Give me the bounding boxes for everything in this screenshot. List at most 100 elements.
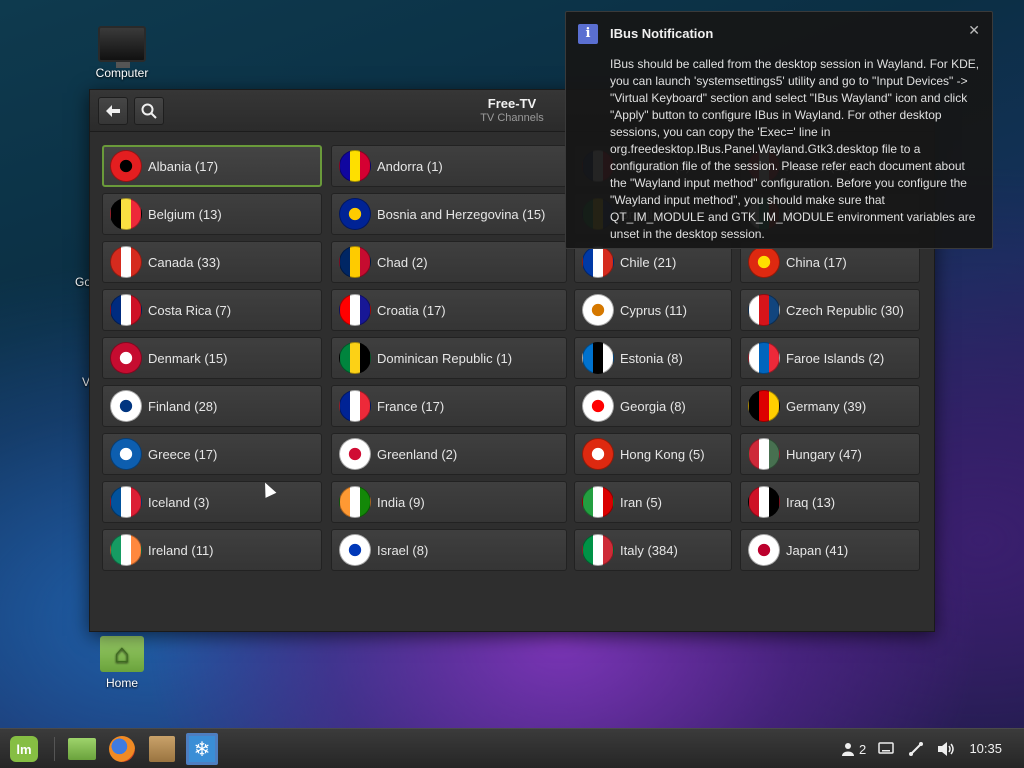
flag-icon bbox=[339, 486, 371, 518]
desktop-icon-label: Computer bbox=[95, 66, 149, 80]
firefox-icon bbox=[109, 736, 135, 762]
volume-applet[interactable] bbox=[938, 729, 956, 768]
users-icon bbox=[842, 743, 854, 756]
freetv-taskbar-button[interactable]: ❄ bbox=[186, 733, 218, 765]
users-applet[interactable]: 2 bbox=[842, 729, 866, 768]
flag-icon bbox=[110, 198, 142, 230]
flag-icon bbox=[110, 438, 142, 470]
country-button[interactable]: Chad (2) bbox=[331, 241, 567, 283]
mint-menu-icon: lm bbox=[10, 736, 38, 762]
country-button[interactable]: Hungary (47) bbox=[740, 433, 920, 475]
country-label: China (17) bbox=[786, 254, 847, 270]
package-icon bbox=[149, 736, 175, 762]
keyboard-applet[interactable] bbox=[878, 729, 894, 768]
flag-icon bbox=[110, 390, 142, 422]
country-button[interactable]: Israel (8) bbox=[331, 529, 567, 571]
taskbar: lm ❄ 2 10:35 bbox=[0, 728, 1024, 768]
desktop-icon-computer[interactable]: Computer bbox=[82, 26, 162, 80]
menu-button[interactable]: lm bbox=[8, 733, 40, 765]
country-button[interactable]: India (9) bbox=[331, 481, 567, 523]
country-label: Cyprus (11) bbox=[620, 302, 687, 318]
country-button[interactable]: Denmark (15) bbox=[102, 337, 322, 379]
country-label: Dominican Republic (1) bbox=[377, 350, 513, 366]
flag-icon bbox=[339, 390, 371, 422]
flag-icon bbox=[748, 246, 780, 278]
country-button[interactable]: Cyprus (11) bbox=[574, 289, 732, 331]
computer-icon bbox=[98, 26, 146, 68]
flag-icon bbox=[110, 342, 142, 374]
country-button[interactable]: Finland (28) bbox=[102, 385, 322, 427]
freetv-app-icon: ❄ bbox=[189, 736, 215, 762]
flag-icon bbox=[748, 486, 780, 518]
country-label: India (9) bbox=[377, 494, 425, 510]
country-label: Greece (17) bbox=[148, 446, 218, 462]
clock[interactable]: 10:35 bbox=[969, 741, 1002, 756]
country-button[interactable]: Italy (384) bbox=[574, 529, 732, 571]
country-label: Ireland (11) bbox=[148, 542, 214, 558]
notification-body: IBus should be called from the desktop s… bbox=[610, 57, 980, 241]
flag-icon bbox=[110, 534, 142, 566]
flag-icon bbox=[339, 342, 371, 374]
country-label: Czech Republic (30) bbox=[786, 302, 904, 318]
country-button[interactable]: Croatia (17) bbox=[331, 289, 567, 331]
country-label: Greenland (2) bbox=[377, 446, 458, 462]
country-label: Croatia (17) bbox=[377, 302, 446, 318]
country-button[interactable]: Belgium (13) bbox=[102, 193, 322, 235]
country-button[interactable]: Dominican Republic (1) bbox=[331, 337, 567, 379]
info-icon: i bbox=[578, 24, 598, 44]
country-button[interactable]: Japan (41) bbox=[740, 529, 920, 571]
country-button[interactable]: Costa Rica (7) bbox=[102, 289, 322, 331]
country-button[interactable]: Iceland (3) bbox=[102, 481, 322, 523]
country-button[interactable]: Estonia (8) bbox=[574, 337, 732, 379]
desktop-icon-home[interactable]: Home bbox=[82, 636, 162, 690]
country-label: Andorra (1) bbox=[377, 158, 443, 174]
flag-icon bbox=[339, 246, 371, 278]
flag-icon bbox=[110, 486, 142, 518]
flag-icon bbox=[582, 246, 614, 278]
flag-icon bbox=[582, 438, 614, 470]
country-label: Iraq (13) bbox=[786, 494, 836, 510]
country-button[interactable]: Hong Kong (5) bbox=[574, 433, 732, 475]
firefox-launcher[interactable] bbox=[106, 733, 138, 765]
country-button[interactable]: Greenland (2) bbox=[331, 433, 567, 475]
country-button[interactable]: Germany (39) bbox=[740, 385, 920, 427]
country-label: Germany (39) bbox=[786, 398, 867, 414]
files-launcher[interactable] bbox=[66, 733, 98, 765]
flag-icon bbox=[110, 294, 142, 326]
country-label: Estonia (8) bbox=[620, 350, 683, 366]
country-label: Italy (384) bbox=[620, 542, 678, 558]
flag-icon bbox=[582, 486, 614, 518]
country-label: Costa Rica (7) bbox=[148, 302, 232, 318]
country-button[interactable]: Faroe Islands (2) bbox=[740, 337, 920, 379]
country-label: Finland (28) bbox=[148, 398, 218, 414]
country-button[interactable]: Ireland (11) bbox=[102, 529, 322, 571]
ibus-notification: i IBus Notification ✕ IBus should be cal… bbox=[565, 11, 993, 249]
country-button[interactable]: Iraq (13) bbox=[740, 481, 920, 523]
network-applet[interactable] bbox=[908, 729, 924, 768]
country-label: Chile (21) bbox=[620, 254, 677, 270]
country-button[interactable]: Iran (5) bbox=[574, 481, 732, 523]
country-label: Faroe Islands (2) bbox=[786, 350, 885, 366]
country-button[interactable]: France (17) bbox=[331, 385, 567, 427]
country-label: Iceland (3) bbox=[148, 494, 210, 510]
country-button[interactable]: Georgia (8) bbox=[574, 385, 732, 427]
country-button[interactable]: Bosnia and Herzegovina (15) bbox=[331, 193, 567, 235]
package-launcher[interactable] bbox=[146, 733, 178, 765]
flag-icon bbox=[582, 534, 614, 566]
flag-icon bbox=[582, 342, 614, 374]
keyboard-icon bbox=[878, 742, 894, 754]
country-label: Israel (8) bbox=[377, 542, 429, 558]
flag-icon bbox=[748, 438, 780, 470]
country-label: Hong Kong (5) bbox=[620, 446, 705, 462]
country-button[interactable]: Greece (17) bbox=[102, 433, 322, 475]
country-button[interactable]: Canada (33) bbox=[102, 241, 322, 283]
network-icon bbox=[909, 742, 923, 756]
country-label: Chad (2) bbox=[377, 254, 428, 270]
flag-icon bbox=[748, 294, 780, 326]
country-button[interactable]: Albania (17) bbox=[102, 145, 322, 187]
flag-icon bbox=[748, 342, 780, 374]
country-label: Bosnia and Herzegovina (15) bbox=[377, 206, 546, 222]
close-icon[interactable]: ✕ bbox=[968, 22, 980, 39]
country-button[interactable]: Czech Republic (30) bbox=[740, 289, 920, 331]
country-button[interactable]: Andorra (1) bbox=[331, 145, 567, 187]
